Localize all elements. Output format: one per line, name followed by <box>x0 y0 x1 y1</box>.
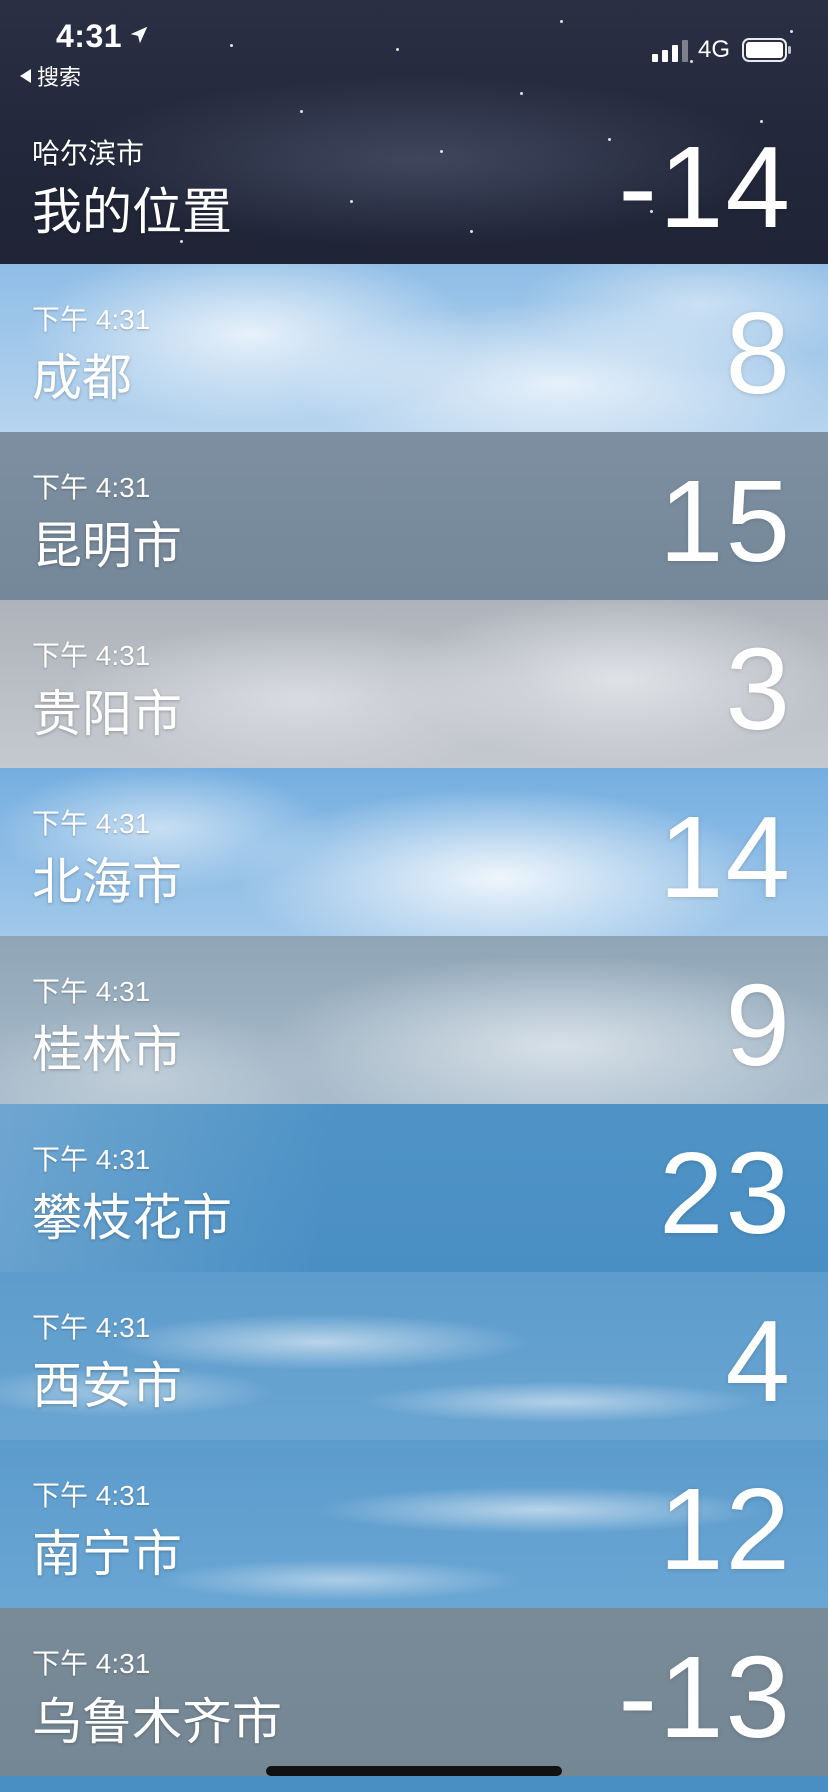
weather-row[interactable]: 下午 4:31 南宁市 12 <box>0 1440 828 1608</box>
row-city-name: 昆明市 <box>32 518 182 574</box>
row-temperature: -14 <box>618 122 792 252</box>
back-arrow-icon <box>20 69 31 83</box>
row-temperature: 9 <box>725 960 792 1090</box>
row-city-name: 乌鲁木齐市 <box>32 1694 282 1750</box>
row-temperature: 4 <box>725 1296 792 1426</box>
row-subtitle: 下午 4:31 <box>32 304 151 335</box>
location-arrow-icon <box>130 26 148 44</box>
row-temperature: 15 <box>658 456 792 586</box>
row-subtitle: 下午 4:31 <box>32 808 151 839</box>
row-temperature: -13 <box>618 1632 792 1762</box>
status-time: 4:31 <box>56 18 123 54</box>
row-temperature: 8 <box>725 288 792 418</box>
network-type: 4G <box>698 36 731 63</box>
row-subtitle: 下午 4:31 <box>32 1312 151 1343</box>
row-city-name: 南宁市 <box>32 1526 182 1582</box>
row-city-name: 北海市 <box>32 854 182 910</box>
weather-row[interactable]: 下午 4:31 昆明市 15 <box>0 432 828 600</box>
row-city-name: 贵阳市 <box>32 686 182 742</box>
weather-row[interactable]: 下午 4:31 西安市 4 <box>0 1272 828 1440</box>
home-indicator[interactable] <box>266 1766 562 1776</box>
row-temperature: 3 <box>725 624 792 754</box>
weather-row[interactable]: 下午 4:31 乌鲁木齐市 -13 <box>0 1608 828 1776</box>
row-city-name: 西安市 <box>32 1358 182 1414</box>
signal-icon <box>652 40 688 62</box>
row-subtitle: 哈尔滨市 <box>32 138 145 169</box>
row-city-name: 攀枝花市 <box>32 1190 232 1246</box>
row-subtitle: 下午 4:31 <box>32 976 151 1007</box>
back-to-search-button[interactable]: 搜索 <box>20 60 81 92</box>
status-bar: 4:31 搜索 4G <box>0 0 828 100</box>
row-subtitle: 下午 4:31 <box>32 472 151 503</box>
next-row-peek <box>0 1776 828 1792</box>
row-temperature: 23 <box>658 1128 792 1258</box>
row-temperature: 14 <box>658 792 792 922</box>
battery-icon <box>742 38 791 62</box>
row-subtitle: 下午 4:31 <box>32 1648 151 1679</box>
weather-row[interactable]: 下午 4:31 桂林市 9 <box>0 936 828 1104</box>
weather-row[interactable]: 下午 4:31 北海市 14 <box>0 768 828 936</box>
weather-row[interactable]: 下午 4:31 成都 8 <box>0 264 828 432</box>
row-subtitle: 下午 4:31 <box>32 1144 151 1175</box>
row-subtitle: 下午 4:31 <box>32 1480 151 1511</box>
row-city-name: 我的位置 <box>32 184 232 240</box>
row-city-name: 桂林市 <box>32 1022 182 1078</box>
row-temperature: 12 <box>658 1464 792 1594</box>
back-label: 搜索 <box>37 65 82 90</box>
row-subtitle: 下午 4:31 <box>32 640 151 671</box>
row-city-name: 成都 <box>32 350 132 406</box>
weather-row[interactable]: 下午 4:31 贵阳市 3 <box>0 600 828 768</box>
weather-row[interactable]: 下午 4:31 攀枝花市 23 <box>0 1104 828 1272</box>
